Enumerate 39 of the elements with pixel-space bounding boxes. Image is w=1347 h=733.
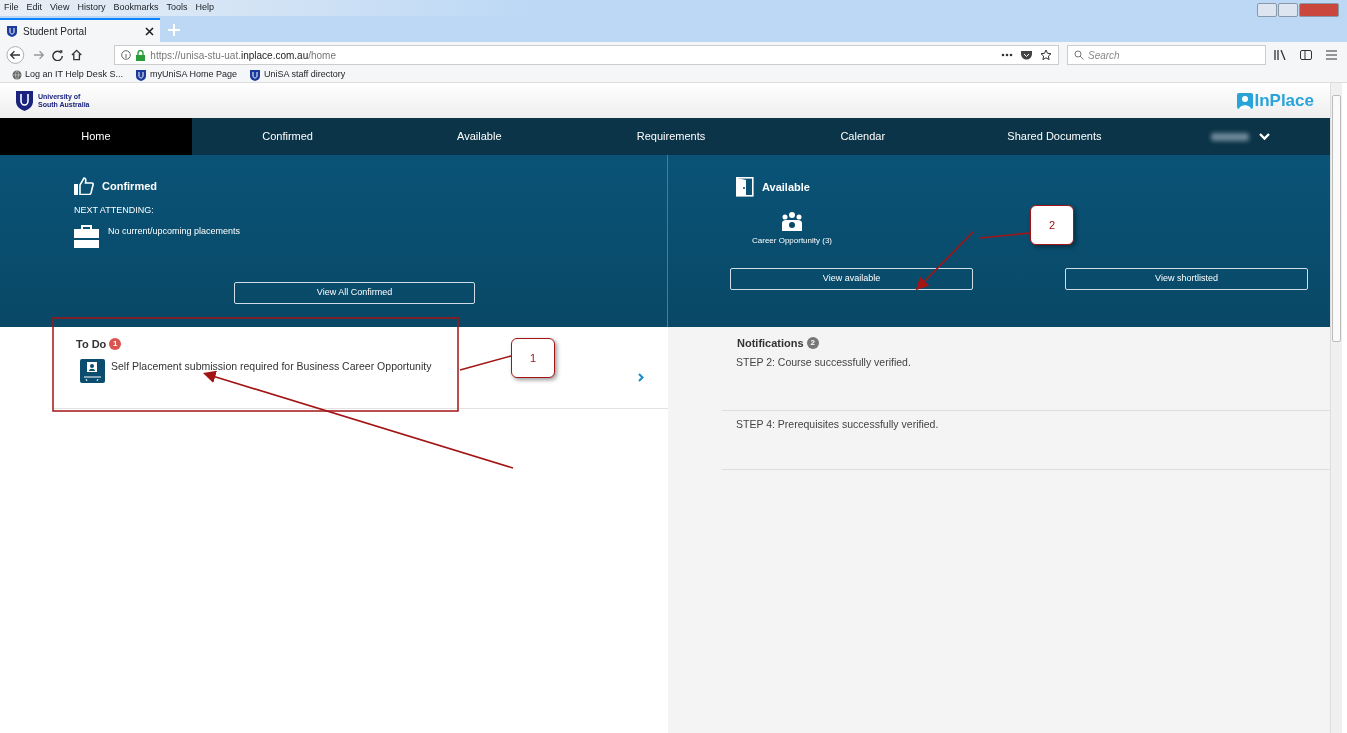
placement-status: No current/upcoming placements bbox=[108, 224, 241, 238]
menu-item[interactable]: History bbox=[73, 1, 110, 15]
count-badge: 2 bbox=[806, 337, 819, 350]
callout-label: 1 bbox=[511, 338, 555, 378]
nav-tab[interactable]: Home bbox=[0, 118, 192, 155]
tab-title: Student Portal bbox=[23, 24, 87, 39]
next-attending-label: NEXT ATTENDING: bbox=[74, 204, 155, 217]
nav-tab[interactable]: Calendar bbox=[766, 118, 959, 155]
menu-item[interactable]: Tools bbox=[162, 1, 192, 15]
menu-item[interactable]: Help bbox=[191, 1, 218, 15]
section-title: Confirmed bbox=[102, 178, 157, 194]
url-text: https://unisa-stu-uat.inplace.com.au/home bbox=[150, 48, 336, 63]
opportunity-count[interactable]: Career Opportunity (3) bbox=[752, 235, 832, 247]
search-placeholder: Search bbox=[1088, 48, 1120, 63]
nav-tab[interactable]: Confirmed bbox=[191, 118, 384, 155]
menu-item[interactable]: View bbox=[46, 1, 74, 15]
notification-text: STEP 2: Course successfully verified. bbox=[722, 351, 1330, 411]
section-heading: To Do bbox=[76, 337, 107, 352]
search-field[interactable]: Search bbox=[1067, 45, 1266, 65]
view-all-confirmed-button[interactable]: View All Confirmed bbox=[234, 281, 475, 304]
nav-tab[interactable]: Requirements bbox=[575, 118, 767, 155]
menu-item[interactable]: Edit bbox=[22, 1, 47, 15]
address-field[interactable]: https://unisa-stu-uat.inplace.com.au/home bbox=[114, 45, 1059, 65]
count-badge: 1 bbox=[109, 338, 122, 351]
bookmark-link[interactable]: Log an IT Help Desk S... bbox=[12, 68, 123, 82]
section-title: Available bbox=[762, 179, 810, 195]
bookmark-link[interactable]: UniSA staff directory bbox=[248, 68, 346, 82]
notification-text: STEP 4: Prerequisites successfully verified. bbox=[722, 410, 1330, 470]
section-heading: Notifications bbox=[737, 336, 804, 351]
browser-tab[interactable]: Student Portal bbox=[0, 18, 160, 42]
menu-item[interactable]: File bbox=[0, 1, 23, 15]
brand-name: InPlace bbox=[1254, 89, 1314, 112]
bookmark-link[interactable]: myUniSA Home Page bbox=[134, 68, 237, 82]
menu-item[interactable]: Bookmarks bbox=[109, 1, 163, 15]
callout-label: 2 bbox=[1030, 205, 1074, 245]
view-button[interactable]: View available bbox=[730, 268, 973, 290]
view-button[interactable]: View shortlisted bbox=[1065, 268, 1308, 290]
nav-tab[interactable]: Shared Documents bbox=[958, 118, 1151, 155]
nav-tab[interactable]: Available bbox=[383, 118, 576, 155]
